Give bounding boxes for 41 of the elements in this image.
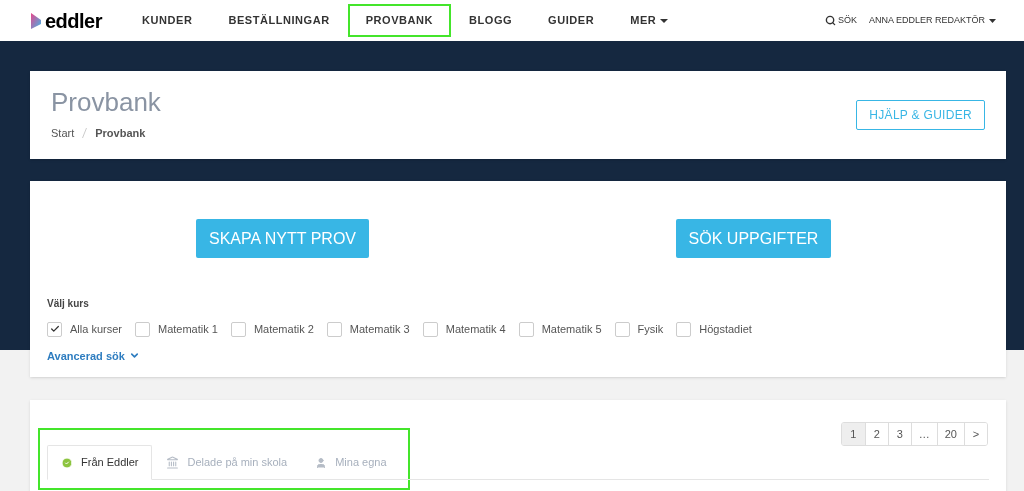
page-link[interactable]: > <box>964 423 987 445</box>
user-icon <box>315 456 328 469</box>
checkbox[interactable] <box>676 321 692 337</box>
breadcrumb-item: Provbank <box>95 125 146 141</box>
breadcrumb-separator <box>82 128 88 138</box>
breadcrumb-item[interactable]: Start <box>51 124 75 142</box>
checkbox[interactable] <box>47 321 62 337</box>
user-menu[interactable]: ANNA EDDLER REDAKTÖR <box>868 13 996 28</box>
checkbox[interactable] <box>230 321 246 337</box>
search-icon <box>824 15 836 26</box>
checkbox-label: Matematik 2 <box>253 322 314 337</box>
search-link[interactable]: SÖK <box>824 13 857 28</box>
source-tab[interactable]: Från Eddler <box>47 445 153 480</box>
checkbox-label: Fysik <box>637 322 664 337</box>
nav-link[interactable]: BESTÄLLNINGAR <box>210 4 348 37</box>
checkbox-label: Högstadiet <box>699 322 752 337</box>
checkbox-label: Alla kurser <box>70 322 122 337</box>
checkbox[interactable] <box>134 321 150 337</box>
checkbox-label: Matematik 1 <box>157 322 218 337</box>
caret-icon <box>989 18 996 23</box>
filter-label: Välj kurs <box>47 297 90 311</box>
nav-link[interactable]: MER <box>612 4 687 37</box>
nav-link[interactable]: GUIDER <box>530 4 613 37</box>
nav-link[interactable]: KUNDER <box>124 4 211 37</box>
page-link[interactable]: 1 <box>841 423 865 445</box>
bank-icon <box>166 456 180 469</box>
logo-icon <box>30 11 42 30</box>
nav-link[interactable]: PROVBANK <box>347 4 451 37</box>
checkbox-label: Matematik 5 <box>541 322 602 337</box>
checkmark-icon <box>49 324 60 335</box>
checkbox[interactable] <box>422 321 438 337</box>
checkbox[interactable] <box>326 321 342 337</box>
logo-text[interactable]: eddler <box>45 5 103 36</box>
checkbox-label: Matematik 4 <box>445 322 506 337</box>
checkbox[interactable] <box>518 321 534 337</box>
check-circle-icon <box>61 456 73 469</box>
checkbox[interactable] <box>614 321 630 337</box>
advanced-search-link[interactable]: Avancerad sök <box>47 347 140 364</box>
nav-link[interactable]: BLOGG <box>451 4 531 37</box>
page-title: Provbank <box>51 88 161 115</box>
checkbox-label: Matematik 3 <box>349 322 410 337</box>
